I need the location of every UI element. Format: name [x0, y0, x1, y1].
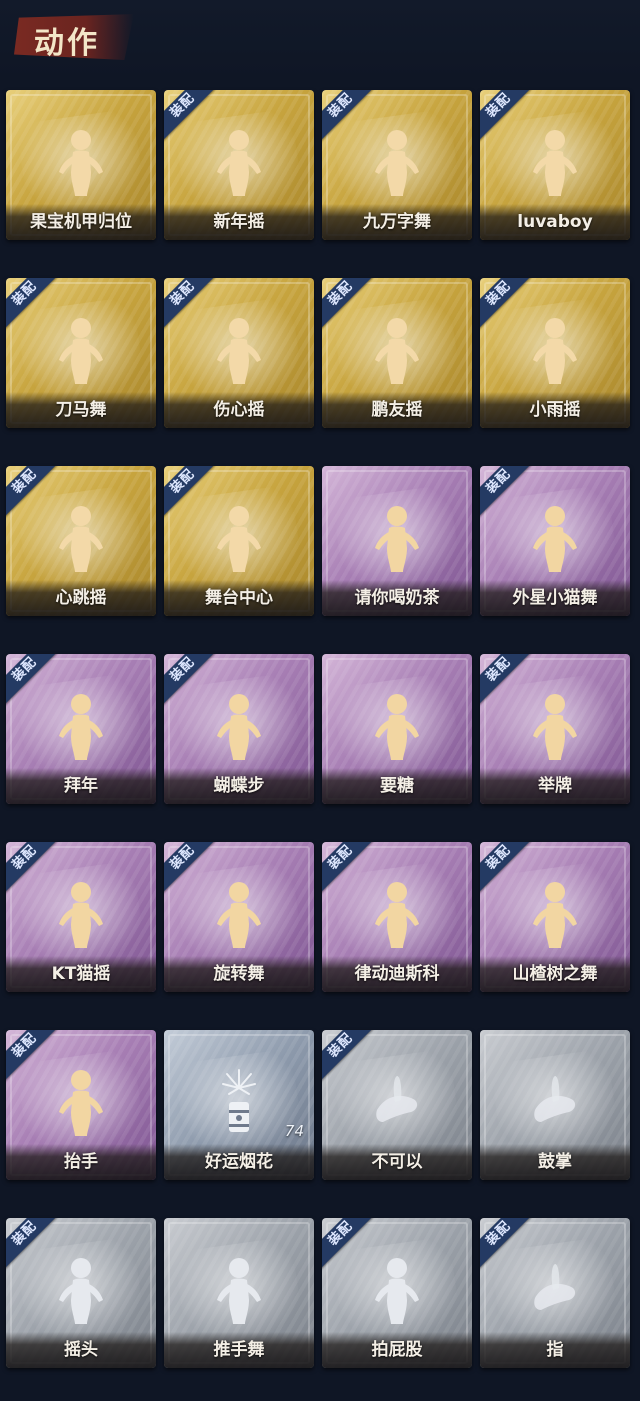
emote-name: 拍屁股 [371, 1340, 423, 1360]
emote-name: 刀马舞 [55, 400, 107, 420]
emote-card[interactable]: 鼓掌 [480, 1030, 630, 1180]
dance-figure-icon [209, 126, 269, 198]
emote-card[interactable]: 推手舞 [164, 1218, 314, 1368]
emote-card[interactable]: 拜年 装配 [6, 654, 156, 804]
emote-name: 不可以 [371, 1152, 423, 1172]
emote-name: 好运烟花 [205, 1152, 273, 1172]
emote-card[interactable]: 果宝机甲归位 [6, 90, 156, 240]
emote-name: 鹏友摇 [371, 400, 423, 420]
dance-figure-icon [51, 502, 111, 574]
push-hands-figure-icon [209, 1254, 269, 1326]
emote-name: 小雨摇 [529, 400, 581, 420]
reach-figure-icon [367, 690, 427, 762]
dance-figure-icon [525, 126, 585, 198]
clap-hands-icon [525, 1066, 585, 1138]
emote-card[interactable]: 舞台中心 装配 [164, 466, 314, 616]
emote-card[interactable]: 新年摇 装配 [164, 90, 314, 240]
emote-card[interactable]: 心跳摇 装配 [6, 466, 156, 616]
emote-card[interactable]: 山楂树之舞 装配 [480, 842, 630, 992]
emote-name: 心跳摇 [55, 588, 107, 608]
emote-card[interactable]: 伤心摇 装配 [164, 278, 314, 428]
emote-name: 律动迪斯科 [354, 964, 440, 984]
dance-figure-icon [525, 878, 585, 950]
emote-name: KT猫摇 [51, 964, 111, 984]
dance-figure-icon [367, 126, 427, 198]
emote-name: 抬手 [64, 1152, 98, 1172]
emote-card[interactable]: 举牌 装配 [480, 654, 630, 804]
emote-card[interactable]: 旋转舞 装配 [164, 842, 314, 992]
emote-card[interactable]: 抬手 装配 [6, 1030, 156, 1180]
emote-card[interactable]: 74 好运烟花 [164, 1030, 314, 1180]
header-bar: 动作 [0, 0, 640, 78]
emote-name: 九万字舞 [363, 212, 431, 232]
emote-card[interactable]: KT猫摇 装配 [6, 842, 156, 992]
dance-figure-icon [51, 878, 111, 950]
emote-card[interactable]: 请你喝奶茶 [322, 466, 472, 616]
emote-card[interactable]: 拍屁股 装配 [322, 1218, 472, 1368]
emote-name: 要糖 [380, 776, 414, 796]
head-shake-figure-icon [51, 1254, 111, 1326]
sign-figure-icon [525, 690, 585, 762]
emote-name: 推手舞 [213, 1340, 265, 1360]
emote-card[interactable]: 蝴蝶步 装配 [164, 654, 314, 804]
emote-grid: 果宝机甲归位 新年摇 装配 九万字舞 装配 luvaboy 装配 刀马舞 装配 伤心摇装… [6, 90, 630, 1368]
emote-name: 蝴蝶步 [213, 776, 265, 796]
sign-figure-icon [367, 502, 427, 574]
heart-hands-figure-icon [209, 314, 269, 386]
dance-figure-icon [525, 502, 585, 574]
emote-card[interactable]: 要糖 [322, 654, 472, 804]
emote-name: 新年摇 [213, 212, 265, 232]
emote-card[interactable]: luvaboy 装配 [480, 90, 630, 240]
emote-name: 鼓掌 [538, 1152, 572, 1172]
raise-hand-figure-icon [51, 1066, 111, 1138]
item-count: 74 [284, 1122, 304, 1140]
point-hand-icon [525, 1254, 585, 1326]
emote-card[interactable]: 九万字舞 装配 [322, 90, 472, 240]
emote-name: 山楂树之舞 [512, 964, 598, 984]
dance-figure-icon [367, 314, 427, 386]
emote-card[interactable]: 不可以 装配 [322, 1030, 472, 1180]
emote-name: 伤心摇 [213, 400, 265, 420]
dance-figure-icon [209, 690, 269, 762]
emote-name: 果宝机甲归位 [30, 212, 132, 232]
emote-card[interactable]: 摇头 装配 [6, 1218, 156, 1368]
emote-name: luvaboy [517, 212, 593, 232]
disco-figure-icon [367, 878, 427, 950]
emote-card[interactable]: 刀马舞 装配 [6, 278, 156, 428]
firework-icon [209, 1066, 269, 1138]
dance-figure-icon [209, 502, 269, 574]
dance-figure-icon [51, 126, 111, 198]
emote-name: 舞台中心 [205, 588, 273, 608]
spin-figure-icon [209, 878, 269, 950]
emote-card[interactable]: 指装配 [480, 1218, 630, 1368]
emote-name: 举牌 [538, 776, 572, 796]
dance-figure-icon [525, 314, 585, 386]
emote-name: 外星小猫舞 [512, 588, 598, 608]
emote-name: 旋转舞 [213, 964, 265, 984]
emote-name: 指 [546, 1340, 564, 1360]
butt-slap-figure-icon [367, 1254, 427, 1326]
finger-wag-icon [367, 1066, 427, 1138]
emote-name: 摇头 [64, 1340, 98, 1360]
emote-card[interactable]: 鹏友摇 装配 [322, 278, 472, 428]
emote-name: 拜年 [64, 776, 98, 796]
emote-card[interactable]: 外星小猫舞 装配 [480, 466, 630, 616]
emote-card[interactable]: 小雨摇 装配 [480, 278, 630, 428]
page-title: 动作 [34, 26, 100, 61]
emote-card[interactable]: 律动迪斯科 装配 [322, 842, 472, 992]
dance-figure-icon [51, 314, 111, 386]
bow-figure-icon [51, 690, 111, 762]
emote-name: 请你喝奶茶 [354, 588, 440, 608]
